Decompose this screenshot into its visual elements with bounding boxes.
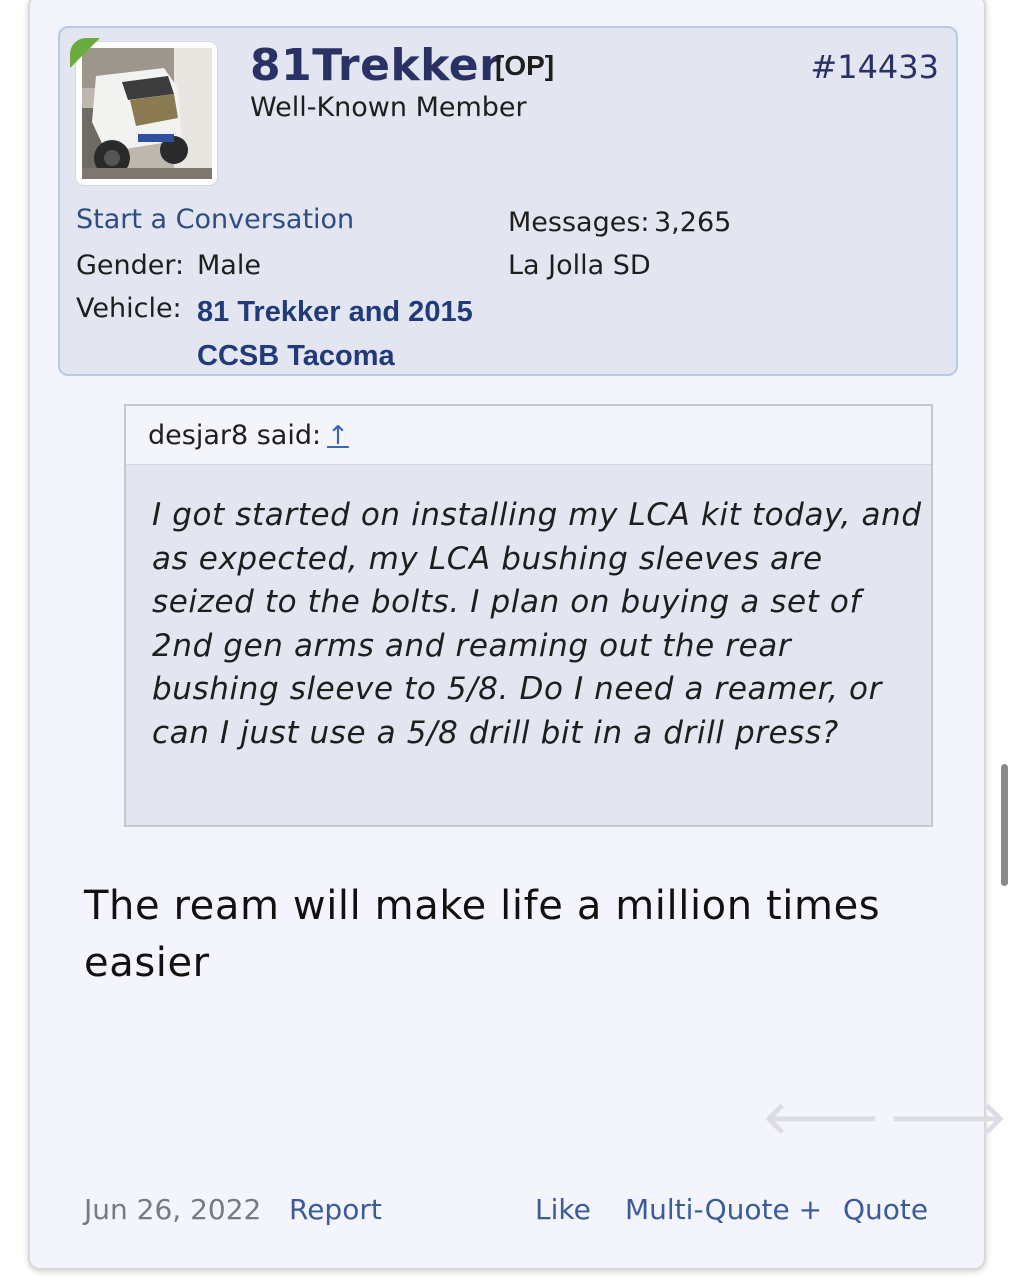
- quote-text: I got started on installing my LCA kit t…: [152, 497, 922, 751]
- report-link[interactable]: Report: [289, 1193, 382, 1226]
- quote-attribution: desjar8 said: ↑: [148, 420, 349, 451]
- post-number[interactable]: #14433: [810, 48, 939, 86]
- message-body: The ream will make life a million times …: [84, 883, 881, 986]
- quote-author: desjar8 said:: [148, 420, 322, 451]
- vehicle-value[interactable]: 81 Trekker and 2015 CCSB Tacoma: [197, 290, 527, 378]
- avatar-image: [82, 48, 212, 179]
- messages-count: 3,265: [654, 207, 732, 238]
- avatar[interactable]: [82, 48, 212, 179]
- arrow-left-icon[interactable]: 🡐: [762, 1090, 880, 1144]
- start-conversation-link[interactable]: Start a Conversation: [76, 204, 354, 235]
- quote-block: desjar8 said: ↑ I got started on installi…: [124, 404, 933, 827]
- quote-button[interactable]: Quote: [843, 1193, 928, 1226]
- post-date[interactable]: Jun 26, 2022: [84, 1193, 261, 1226]
- vehicle-line-1: 81 Trekker and 2015: [197, 296, 473, 328]
- scrollbar[interactable]: [1001, 764, 1008, 886]
- messages-label: Messages:: [508, 207, 650, 238]
- location: La Jolla SD: [508, 250, 651, 281]
- jump-to-quote-icon[interactable]: ↑: [327, 421, 349, 451]
- vehicle-line-2: CCSB Tacoma: [197, 340, 395, 372]
- arrow-right-icon[interactable]: 🡒: [889, 1090, 1007, 1144]
- multi-quote-button[interactable]: Multi-Quote +: [625, 1193, 822, 1226]
- op-tag: [OP]: [495, 50, 555, 81]
- vehicle-label: Vehicle:: [76, 293, 182, 324]
- like-button[interactable]: Like: [535, 1193, 591, 1226]
- gender-label: Gender:: [76, 250, 185, 281]
- gender-value: Male: [197, 250, 261, 281]
- username[interactable]: 81Trekker: [250, 40, 501, 91]
- user-title: Well-Known Member: [250, 92, 527, 123]
